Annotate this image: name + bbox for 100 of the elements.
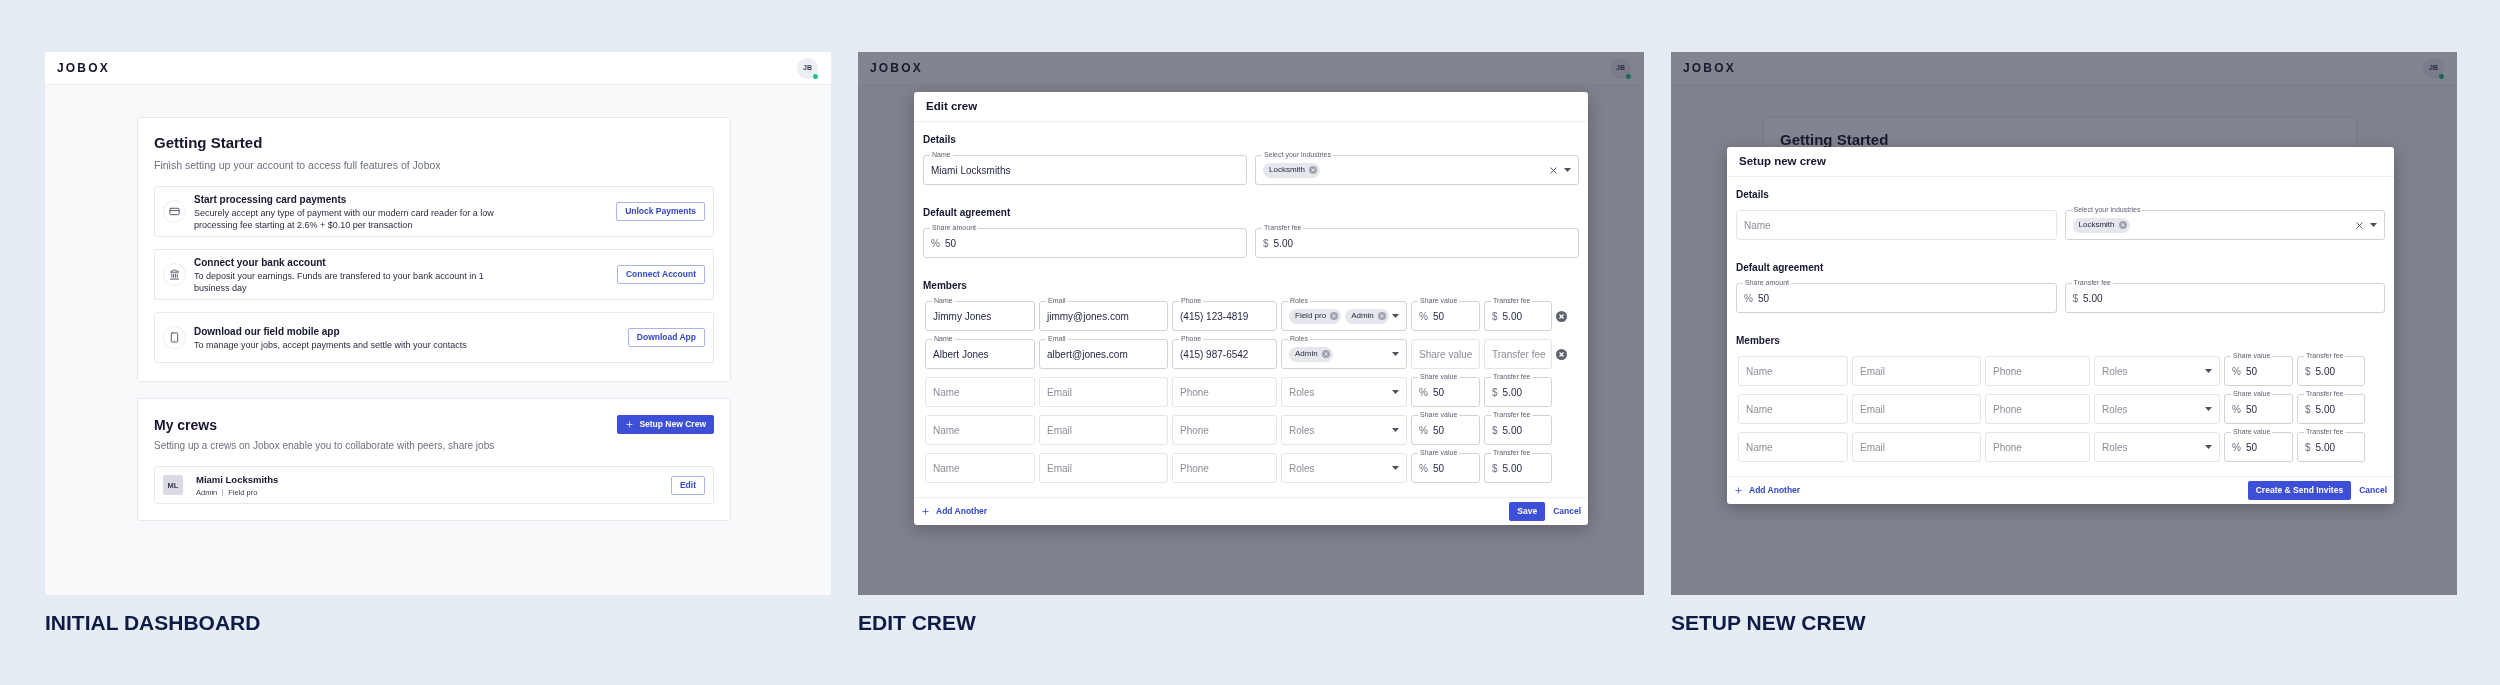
screen-caption: EDIT CREW bbox=[858, 610, 977, 636]
card-title: Getting Started bbox=[154, 133, 264, 153]
remove-tag-icon[interactable] bbox=[2118, 221, 2127, 229]
unit-prefix: % bbox=[931, 236, 940, 251]
field-value: 5.00 bbox=[1502, 385, 1523, 400]
unit-prefix: $ bbox=[2305, 364, 2311, 379]
caret-icon bbox=[2370, 223, 2377, 227]
action-button[interactable]: Unlock Payments bbox=[616, 202, 705, 222]
placeholder-text: Email bbox=[1860, 364, 1885, 379]
placeholder-text: Name bbox=[933, 423, 960, 438]
submit-button[interactable]: Create & Send Invites bbox=[2247, 481, 2352, 500]
edit-button[interactable]: Edit bbox=[670, 475, 705, 495]
add-another-link[interactable]: Add Another bbox=[921, 505, 988, 518]
unit-prefix: % bbox=[2232, 402, 2241, 417]
placeholder-text: Roles bbox=[1289, 423, 1315, 438]
placeholder-text: Name bbox=[1746, 364, 1773, 379]
input-field[interactable]: Email bbox=[1852, 394, 1981, 424]
tag-label: Field pro bbox=[1295, 310, 1327, 322]
caret-icon bbox=[2205, 445, 2212, 449]
cancel-link[interactable]: Cancel bbox=[1553, 505, 1581, 518]
placeholder-text: Name bbox=[1746, 440, 1773, 455]
field-value: albert@jones.com bbox=[1047, 347, 1128, 362]
remove-tag-icon[interactable] bbox=[1377, 312, 1386, 320]
action-button[interactable]: Download App bbox=[627, 328, 705, 348]
cancel-link[interactable]: Cancel bbox=[2359, 484, 2387, 497]
unit-prefix: $ bbox=[1263, 236, 1269, 251]
caret-icon bbox=[1392, 314, 1399, 318]
unit-prefix: $ bbox=[1492, 423, 1498, 438]
field-value: (415) 987-6542 bbox=[1180, 347, 1249, 362]
caret-icon bbox=[1392, 466, 1399, 470]
remove-tag-icon[interactable] bbox=[1330, 312, 1339, 320]
step-description: Securely accept any type of payment with our modern card reader for a low processing fee starting at 2.6% + $0.10 per transaction bbox=[194, 207, 495, 232]
step-description: To manage your jobs, accept payments and settle with your contacts bbox=[194, 339, 468, 352]
remove-row-icon[interactable] bbox=[1556, 348, 1567, 360]
logo[interactable]: JOBOX bbox=[57, 59, 110, 77]
setup-crew-button[interactable]: Setup New Crew bbox=[617, 415, 714, 435]
unit-prefix: $ bbox=[2305, 440, 2311, 455]
input-field[interactable]: Email bbox=[1039, 453, 1168, 483]
logo[interactable]: JOBOX bbox=[870, 59, 923, 77]
field-value: 50 bbox=[2245, 364, 2258, 379]
input-field[interactable]: Email bbox=[1852, 356, 1981, 386]
field-value: 5.00 bbox=[2315, 402, 2336, 417]
unit-prefix: $ bbox=[2305, 402, 2311, 417]
modal-title: Setup new crew bbox=[1739, 153, 1826, 169]
placeholder-text: Email bbox=[1860, 440, 1885, 455]
field-value: Jimmy Jones bbox=[933, 309, 992, 324]
remove-tag-icon[interactable] bbox=[1321, 350, 1330, 358]
plus-icon bbox=[1734, 486, 1743, 495]
unit-prefix: % bbox=[1419, 461, 1428, 476]
input-field[interactable]: Transfer fee bbox=[1484, 339, 1552, 369]
placeholder-text: Phone bbox=[1180, 461, 1209, 476]
section-heading: Default agreement bbox=[1736, 262, 1825, 274]
field-value: 5.00 bbox=[1273, 236, 1294, 251]
unit-prefix: $ bbox=[2072, 291, 2079, 306]
placeholder-text: Name bbox=[933, 461, 960, 476]
card-subtitle: Finish setting up your account to access full features of Jobox bbox=[154, 157, 442, 173]
input-field[interactable]: Email bbox=[1039, 415, 1168, 445]
tag-label: Admin bbox=[1295, 348, 1318, 360]
placeholder-text: Phone bbox=[1993, 440, 2022, 455]
unit-prefix: % bbox=[1419, 309, 1428, 324]
card-title: Getting Started bbox=[1780, 131, 1889, 148]
clear-icon[interactable] bbox=[2354, 219, 2365, 231]
input-field[interactable]: Share value bbox=[1411, 339, 1480, 369]
caret-icon bbox=[1392, 390, 1399, 394]
field-value: 50 bbox=[1757, 291, 1770, 306]
placeholder-text: Name bbox=[1746, 402, 1773, 417]
unit-prefix: % bbox=[1419, 385, 1428, 400]
placeholder-text: Roles bbox=[1289, 461, 1315, 476]
remove-row-icon[interactable] bbox=[1556, 310, 1567, 322]
add-another-link[interactable]: Add Another bbox=[1734, 484, 1801, 497]
placeholder-text: Share value bbox=[1419, 347, 1473, 362]
clear-icon[interactable] bbox=[1548, 164, 1559, 176]
unit-prefix: % bbox=[1744, 291, 1753, 306]
caret-icon bbox=[1392, 428, 1399, 432]
field-value: 50 bbox=[1432, 461, 1445, 476]
field-value: 50 bbox=[944, 236, 957, 251]
tag-label: Locksmith bbox=[2078, 219, 2115, 231]
field-value: 5.00 bbox=[2315, 364, 2336, 379]
input-field[interactable]: Email bbox=[1852, 432, 1981, 462]
placeholder-text: Email bbox=[1047, 385, 1072, 400]
unit-prefix: % bbox=[2232, 440, 2241, 455]
submit-button[interactable]: Save bbox=[1509, 502, 1546, 521]
caret-icon bbox=[2205, 407, 2212, 411]
placeholder-text: Phone bbox=[1993, 364, 2022, 379]
field-value: 50 bbox=[2245, 440, 2258, 455]
section-heading: Details bbox=[1736, 189, 1770, 201]
placeholder-text: Name bbox=[1744, 218, 1771, 233]
tag-label: Locksmith bbox=[1269, 164, 1305, 176]
field-value: 50 bbox=[1432, 385, 1445, 400]
input-field[interactable]: Email bbox=[1039, 377, 1168, 407]
field-value: 50 bbox=[2245, 402, 2258, 417]
placeholder-text: Email bbox=[1047, 461, 1072, 476]
action-button[interactable]: Connect Account bbox=[616, 265, 705, 285]
logo[interactable]: JOBOX bbox=[1683, 59, 1736, 77]
section-heading: Details bbox=[923, 134, 957, 146]
unit-prefix: $ bbox=[1492, 309, 1498, 324]
field-value: jimmy@jones.com bbox=[1047, 309, 1129, 324]
step-title: Connect your bank account bbox=[194, 256, 327, 271]
remove-tag-icon[interactable] bbox=[1309, 166, 1317, 174]
unit-prefix: $ bbox=[1492, 385, 1498, 400]
